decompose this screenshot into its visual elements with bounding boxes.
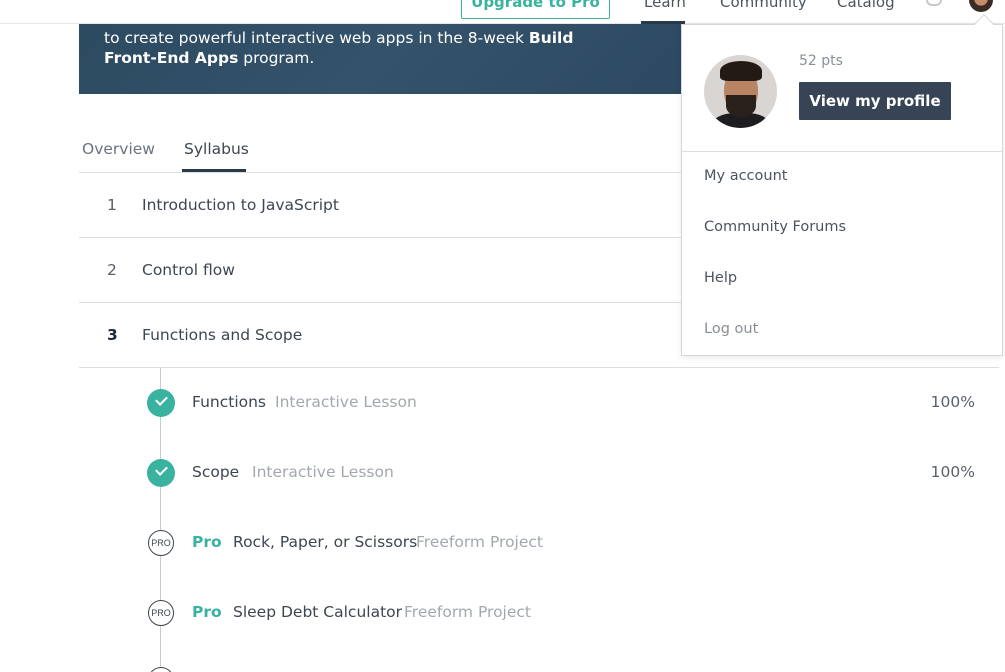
- profile-dropdown: 52 pts View my profile My account Commun…: [681, 14, 1003, 356]
- unit-title: Functions and Scope: [142, 326, 303, 344]
- user-points: 52 pts: [799, 53, 843, 69]
- nav-link-community[interactable]: Community: [720, 0, 807, 11]
- lesson-name: Functions: [192, 393, 267, 411]
- avatar: [704, 55, 777, 128]
- tab-overview[interactable]: Overview: [82, 140, 155, 158]
- nav-link-catalog[interactable]: Catalog: [837, 0, 895, 11]
- lesson-item-sleep-debt-calculator[interactable]: PRO Pro Sleep Debt Calculator Freeform P…: [145, 597, 985, 629]
- view-profile-button[interactable]: View my profile: [799, 82, 951, 120]
- menu-item-community-forums[interactable]: Community Forums: [704, 219, 846, 235]
- unit-number: 2: [107, 261, 117, 279]
- menu-item-my-account[interactable]: My account: [704, 168, 787, 184]
- lesson-name: Sleep Debt Calculator: [233, 603, 403, 621]
- lesson-type: Freeform Project: [416, 533, 543, 551]
- pro-label: Pro: [192, 533, 222, 551]
- menu-item-help[interactable]: Help: [704, 270, 737, 286]
- bell-icon[interactable]: [926, 0, 942, 6]
- nav-link-learn[interactable]: Learn: [644, 0, 686, 11]
- dropdown-divider: [682, 151, 1002, 152]
- banner-text-bold2: Front-End Apps: [104, 49, 239, 67]
- tab-syllabus[interactable]: Syllabus: [184, 140, 249, 158]
- nav-avatar[interactable]: [969, 0, 993, 12]
- unit-number: 3: [107, 326, 118, 344]
- lesson-progress: 100%: [930, 393, 975, 411]
- lesson-item-functions[interactable]: Functions Interactive Lesson 100%: [145, 387, 985, 419]
- banner-text-line1: to create powerful interactive web apps …: [104, 29, 529, 47]
- lesson-type: Interactive Lesson: [275, 393, 417, 411]
- lesson-progress: 100%: [930, 463, 975, 481]
- pro-label: Pro: [192, 603, 222, 621]
- banner-text: to create powerful interactive web apps …: [104, 28, 664, 68]
- upgrade-to-pro-button[interactable]: Upgrade to Pro: [461, 0, 610, 19]
- pro-badge-icon: PRO: [148, 600, 174, 626]
- banner-text-bold1: Build: [528, 29, 574, 47]
- check-icon: [147, 459, 175, 487]
- menu-item-log-out[interactable]: Log out: [704, 321, 758, 337]
- lesson-type: Freeform Project: [404, 603, 531, 621]
- pro-badge-icon: PRO: [148, 530, 174, 556]
- top-navigation: Upgrade to Pro Learn Community Catalog: [0, 0, 1005, 24]
- lesson-item-rock-paper-scissors[interactable]: PRO Pro Rock, Paper, or Scissors Freefor…: [145, 527, 985, 559]
- lesson-item-scope[interactable]: Scope Interactive Lesson 100%: [145, 457, 985, 489]
- unit-number: 1: [107, 196, 117, 214]
- unit-title: Control flow: [142, 261, 235, 279]
- banner-text-line2: program.: [238, 49, 315, 67]
- lesson-name: Rock, Paper, or Scissors: [233, 533, 418, 551]
- check-icon: [147, 389, 175, 417]
- lesson-type: Interactive Lesson: [252, 463, 394, 481]
- unit-title: Introduction to JavaScript: [142, 196, 339, 214]
- lesson-name: Scope: [192, 463, 240, 481]
- pro-badge-icon: [148, 667, 174, 672]
